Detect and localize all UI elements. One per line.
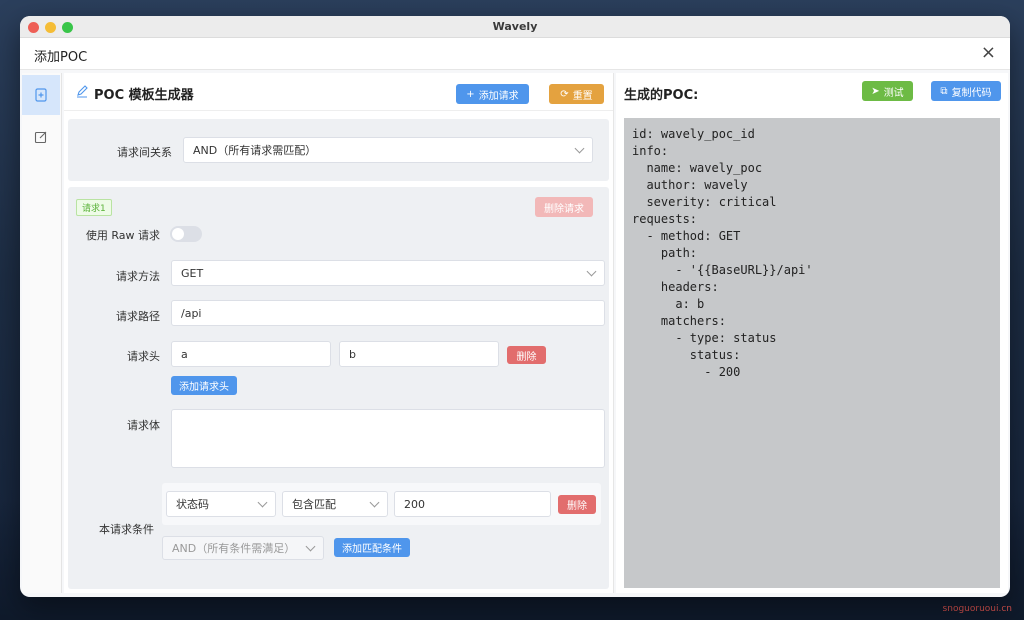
path-value: /api [181, 306, 202, 320]
edit-icon [34, 131, 47, 144]
path-label: 请求路径 [116, 310, 160, 323]
add-header-label: 添加请求头 [179, 382, 229, 393]
test-label: 测试 [883, 87, 904, 99]
raw-label: 使用 Raw 请求 [85, 229, 160, 242]
dialog-title: 添加POC [34, 50, 88, 65]
copy-icon: ⧉ [940, 85, 948, 97]
sidebar [22, 73, 62, 593]
plus-icon: + [466, 88, 475, 100]
body-label: 请求体 [127, 419, 160, 432]
window-title: Wavely [492, 20, 538, 33]
pen-icon [77, 85, 88, 98]
output-panel: 生成的POC: ➤ 测试 ⧉ 复制代码 id: wavely_poc_id in… [616, 73, 1008, 593]
generator-panel: POC 模板生成器 + 添加请求 ⟳ 重置 请求间关系 AND（所有请求需匹配） [64, 73, 614, 593]
file-add-icon [35, 88, 47, 102]
delete-condition-button[interactable]: 删除 [558, 495, 596, 514]
condition-relation-select[interactable]: AND（所有条件需满足） [162, 536, 324, 560]
header-key-value: a [181, 347, 188, 361]
condition-value-input[interactable]: 200 [394, 491, 551, 517]
relation-select[interactable]: AND（所有请求需匹配） [183, 137, 593, 163]
send-icon: ➤ [871, 85, 880, 97]
close-window-button[interactable] [28, 22, 39, 33]
dialog-body: POC 模板生成器 + 添加请求 ⟳ 重置 请求间关系 AND（所有请求需匹配） [20, 71, 1010, 597]
chevron-down-icon [257, 497, 268, 508]
relation-label: 请求间关系 [117, 146, 172, 159]
condition-row: 状态码 包含匹配 200 删除 [162, 483, 601, 525]
request-tag: 请求1 [76, 199, 112, 216]
relation-section: 请求间关系 AND（所有请求需匹配） [68, 119, 609, 181]
watermark: snoguoruoui.cn [942, 604, 1012, 614]
reset-button[interactable]: ⟳ 重置 [549, 84, 604, 104]
generator-title: POC 模板生成器 [94, 88, 194, 103]
refresh-icon: ⟳ [560, 88, 569, 100]
output-title: 生成的POC: [624, 88, 699, 103]
method-label: 请求方法 [116, 270, 160, 283]
method-select[interactable]: GET [171, 260, 605, 286]
copy-code-button[interactable]: ⧉ 复制代码 [931, 81, 1001, 101]
generator-header: POC 模板生成器 + 添加请求 ⟳ 重置 [64, 73, 613, 111]
raw-toggle[interactable] [170, 226, 202, 242]
condition-type-select[interactable]: 状态码 [166, 491, 276, 517]
delete-header-button[interactable]: 删除 [507, 346, 546, 364]
dialog-header: 添加POC × [20, 38, 1010, 70]
conditions-label: 本请求条件 [99, 523, 154, 536]
add-condition-button[interactable]: 添加匹配条件 [334, 538, 410, 557]
method-value: GET [181, 266, 204, 280]
delete-condition-label: 删除 [567, 501, 587, 512]
minimize-window-button[interactable] [45, 22, 56, 33]
header-key-input[interactable]: a [171, 341, 331, 367]
test-button[interactable]: ➤ 测试 [862, 81, 913, 101]
add-request-label: 添加请求 [478, 90, 519, 102]
condition-type-value: 状态码 [176, 498, 209, 511]
add-condition-label: 添加匹配条件 [342, 544, 402, 555]
titlebar: Wavely [20, 16, 1010, 38]
reset-label: 重置 [572, 90, 593, 102]
app-window: Wavely 添加POC × POC 模板生成器 + 添加请求 ⟳ 重置 请求间… [20, 16, 1010, 597]
condition-relation-value: AND（所有条件需满足） [172, 542, 296, 555]
chevron-down-icon [586, 266, 597, 277]
sidebar-item-generator[interactable] [22, 75, 60, 115]
path-input[interactable]: /api [171, 300, 605, 326]
condition-op-value: 包含匹配 [292, 498, 336, 511]
body-textarea[interactable] [171, 409, 605, 468]
close-icon[interactable]: × [981, 42, 996, 63]
add-header-button[interactable]: 添加请求头 [171, 376, 237, 395]
copy-code-label: 复制代码 [951, 87, 992, 99]
generated-code[interactable]: id: wavely_poc_id info: name: wavely_poc… [624, 118, 1000, 588]
header-value-value: b [349, 347, 356, 361]
request-card: 请求1 删除请求 使用 Raw 请求 请求方法 GET 请求路径 /api 请求… [68, 187, 609, 589]
sidebar-item-editor[interactable] [22, 117, 60, 157]
delete-header-label: 删除 [516, 351, 537, 363]
chevron-down-icon [305, 541, 316, 552]
delete-request-label: 删除请求 [544, 203, 584, 215]
headers-label: 请求头 [127, 350, 160, 363]
zoom-window-button[interactable] [62, 22, 73, 33]
chevron-down-icon [369, 497, 380, 508]
condition-value: 200 [404, 497, 425, 511]
relation-value: AND（所有请求需匹配） [193, 144, 317, 157]
condition-op-select[interactable]: 包含匹配 [282, 491, 388, 517]
header-value-input[interactable]: b [339, 341, 499, 367]
add-request-button[interactable]: + 添加请求 [456, 84, 529, 104]
delete-request-button[interactable]: 删除请求 [535, 197, 593, 217]
chevron-down-icon [574, 143, 585, 154]
